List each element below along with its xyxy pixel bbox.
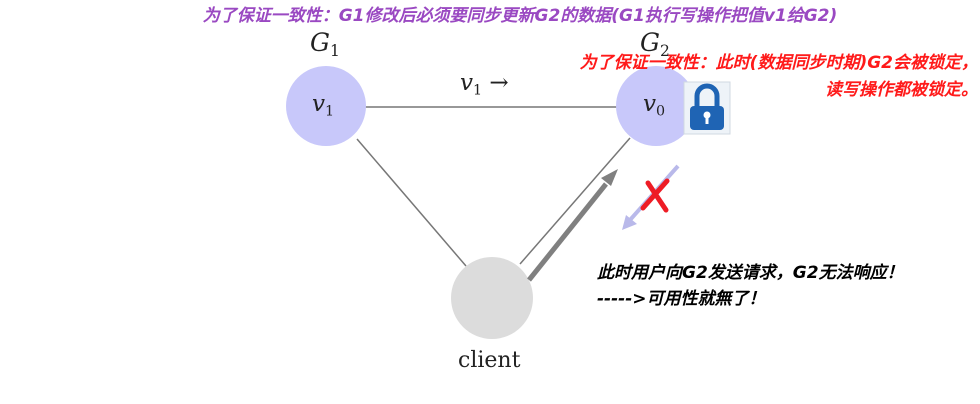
client-label: client bbox=[458, 348, 521, 373]
request-note: 此时用户向G2发送请求，G2无法响应！ ----->可用性就無了！ bbox=[597, 260, 904, 312]
lock-note-line-2: 读写操作都被锁定。 bbox=[825, 80, 978, 100]
x-mark-icon bbox=[640, 178, 670, 213]
edge-g2-client bbox=[519, 137, 631, 265]
consistency-banner: 为了保证一致性：G1修改后必须要同步更新G2的数据(G1执行写操作把值v1给G2… bbox=[202, 6, 838, 26]
g1-value: v1 bbox=[312, 91, 335, 120]
client-node bbox=[451, 257, 533, 339]
edge-label: v1 → bbox=[460, 70, 509, 99]
g1-title: G1 bbox=[310, 28, 340, 60]
lock-note-line-1: 为了保证一致性：此时(数据同步时期)G2会被锁定， bbox=[579, 53, 978, 73]
lock-note: 为了保证一致性：此时(数据同步时期)G2会被锁定， 读写操作都被锁定。 bbox=[580, 50, 978, 104]
edge-g1-client bbox=[356, 138, 467, 267]
request-note-line-1: 此时用户向G2发送请求，G2无法响应！ bbox=[597, 263, 904, 283]
request-note-line-2: ----->可用性就無了！ bbox=[597, 289, 766, 309]
